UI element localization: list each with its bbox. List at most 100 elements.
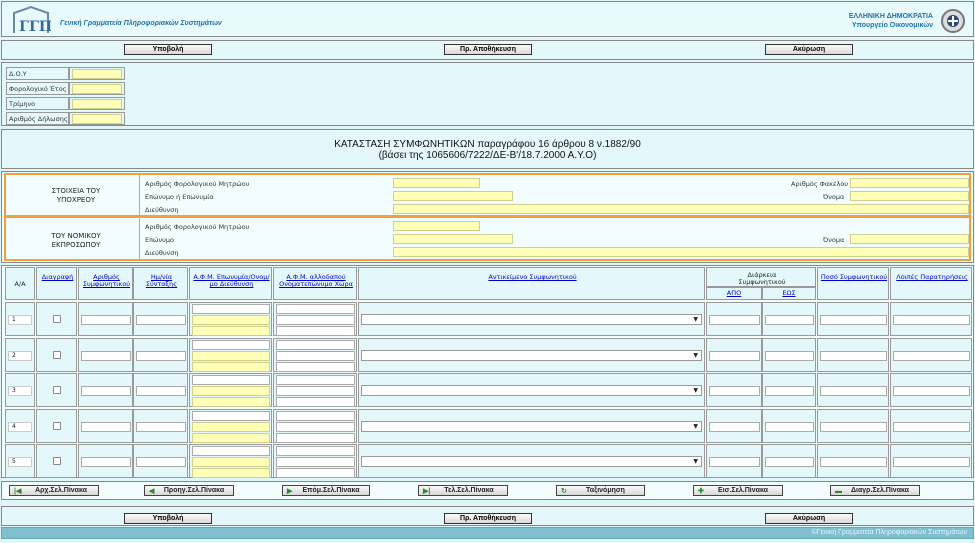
address-input[interactable] xyxy=(192,397,270,407)
obligor-file-input[interactable] xyxy=(850,178,969,188)
field-input[interactable] xyxy=(81,457,131,467)
field-input[interactable] xyxy=(820,421,887,432)
rep-afm-input[interactable] xyxy=(393,221,480,231)
col-delete-header[interactable]: Διαγραφή xyxy=(39,274,76,281)
country-input[interactable] xyxy=(276,326,355,336)
meta-value-input[interactable] xyxy=(72,99,122,109)
delete-row-checkbox[interactable] xyxy=(53,386,61,394)
foreign-afm-input[interactable] xyxy=(276,304,355,314)
afm-input[interactable] xyxy=(192,375,270,385)
insert-page-button[interactable]: ✚ Εισ.Σελ.Πίνακα xyxy=(693,485,783,496)
foreign-afm-input[interactable] xyxy=(276,375,355,385)
foreign-name-input[interactable] xyxy=(276,315,355,325)
field-input[interactable] xyxy=(893,421,970,432)
foreign-afm-input[interactable] xyxy=(276,410,355,421)
field-input[interactable] xyxy=(136,421,186,432)
rep-address-input[interactable] xyxy=(393,247,969,257)
name-input[interactable] xyxy=(192,457,270,467)
subject-select[interactable]: ▼ xyxy=(361,385,702,396)
submit-button-bottom[interactable]: Υποβολή xyxy=(124,513,212,524)
afm-input[interactable] xyxy=(192,304,270,314)
delete-row-checkbox[interactable] xyxy=(53,421,61,430)
name-input[interactable] xyxy=(192,315,270,325)
submit-button[interactable]: Υποβολή xyxy=(124,44,212,55)
field-input[interactable] xyxy=(709,386,760,396)
col-from-header[interactable]: ΑΠΟ xyxy=(707,290,761,297)
afm-input[interactable] xyxy=(192,339,270,350)
field-input[interactable] xyxy=(136,315,186,325)
field-input[interactable] xyxy=(765,457,814,467)
name-input[interactable] xyxy=(192,386,270,396)
name-input[interactable] xyxy=(192,350,270,361)
field-input[interactable] xyxy=(765,421,814,432)
field-input[interactable] xyxy=(136,350,186,361)
name-input[interactable] xyxy=(192,421,270,432)
field-input[interactable] xyxy=(709,421,760,432)
field-input[interactable] xyxy=(709,315,760,325)
obligor-name-input[interactable] xyxy=(850,191,969,201)
rep-surname-input[interactable] xyxy=(393,234,513,244)
field-input[interactable] xyxy=(81,421,131,432)
field-input[interactable] xyxy=(81,315,131,325)
cancel-button[interactable]: Ακύρωση xyxy=(765,44,853,55)
col-subject-header[interactable]: Αντικείμενο Συμφωνητικού xyxy=(361,274,704,281)
temp-save-button[interactable]: Πρ. Αποθήκευση xyxy=(444,44,532,55)
col-to-header[interactable]: ΕΩΣ xyxy=(763,290,815,297)
country-input[interactable] xyxy=(276,468,355,478)
afm-input[interactable] xyxy=(192,446,270,456)
meta-value-input[interactable] xyxy=(72,69,122,79)
field-input[interactable] xyxy=(709,457,760,467)
subject-select[interactable]: ▼ xyxy=(361,349,702,361)
obligor-address-input[interactable] xyxy=(393,204,969,214)
col-notes-header[interactable]: Λοιπές Παρατηρήσεις xyxy=(893,274,971,281)
col-date-header[interactable]: Ημ/νία Σύνταξης xyxy=(136,274,187,288)
field-input[interactable] xyxy=(765,315,814,325)
first-page-button[interactable]: |◀ Αρχ.Σελ.Πίνακα xyxy=(9,485,99,496)
field-input[interactable] xyxy=(81,350,131,361)
next-page-button[interactable]: ▶ Επόμ.Σελ.Πίνακα xyxy=(282,485,370,496)
field-input[interactable] xyxy=(820,457,887,467)
foreign-name-input[interactable] xyxy=(276,421,355,432)
obligor-surname-input[interactable] xyxy=(393,191,513,201)
last-page-button[interactable]: ▶| Τελ.Σελ.Πίνακα xyxy=(418,485,508,496)
foreign-name-input[interactable] xyxy=(276,457,355,467)
temp-save-button-bottom[interactable]: Πρ. Αποθήκευση xyxy=(444,513,532,524)
country-input[interactable] xyxy=(276,397,355,407)
col-contract-no-header[interactable]: Αριθμός Συμφωνητικού xyxy=(81,274,132,288)
field-input[interactable] xyxy=(136,386,186,396)
meta-value-input[interactable] xyxy=(72,114,122,124)
address-input[interactable] xyxy=(192,361,270,372)
field-input[interactable] xyxy=(893,350,970,361)
foreign-name-input[interactable] xyxy=(276,350,355,361)
col-afm-header[interactable]: Α.Φ.Μ. Επωνυμία/Ονομ/μο Διεύθυνση xyxy=(192,274,271,288)
field-input[interactable] xyxy=(893,386,970,396)
obligor-afm-input[interactable] xyxy=(393,178,480,188)
sort-button[interactable]: ↻ Ταξινόμηση xyxy=(556,485,645,496)
afm-input[interactable] xyxy=(192,410,270,421)
meta-value-input[interactable] xyxy=(72,84,122,94)
subject-select[interactable]: ▼ xyxy=(361,456,702,467)
field-input[interactable] xyxy=(820,315,887,325)
address-input[interactable] xyxy=(192,468,270,478)
field-input[interactable] xyxy=(136,457,186,467)
field-input[interactable] xyxy=(81,386,131,396)
foreign-name-input[interactable] xyxy=(276,386,355,396)
delete-row-checkbox[interactable] xyxy=(53,350,61,359)
col-amount-header[interactable]: Ποσό Συμφωνητικού xyxy=(820,274,888,281)
col-foreign-afm-header[interactable]: Α.Φ.Μ. αλλοδαπού Ονοματεπώνυμο Χώρα xyxy=(276,274,356,288)
rep-name-input[interactable] xyxy=(850,234,969,244)
field-input[interactable] xyxy=(765,386,814,396)
subject-select[interactable]: ▼ xyxy=(361,420,702,432)
country-input[interactable] xyxy=(276,432,355,443)
address-input[interactable] xyxy=(192,432,270,443)
country-input[interactable] xyxy=(276,361,355,372)
foreign-afm-input[interactable] xyxy=(276,339,355,350)
field-input[interactable] xyxy=(893,315,970,325)
subject-select[interactable]: ▼ xyxy=(361,314,702,325)
field-input[interactable] xyxy=(820,386,887,396)
field-input[interactable] xyxy=(893,457,970,467)
field-input[interactable] xyxy=(765,350,814,361)
prev-page-button[interactable]: ◀ Προηγ.Σελ.Πίνακα xyxy=(144,485,234,496)
address-input[interactable] xyxy=(192,326,270,336)
delete-row-checkbox[interactable] xyxy=(53,457,61,465)
